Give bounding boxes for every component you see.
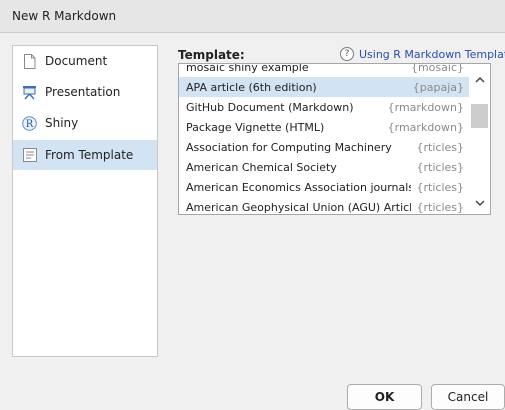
list-item[interactable]: Association for Computing Machinery {rti… xyxy=(179,137,470,157)
presentation-icon xyxy=(22,85,37,100)
template-package: {rticles} xyxy=(416,200,465,214)
template-package: {papaja} xyxy=(412,80,464,94)
template-name: Package Vignette (HTML) xyxy=(186,120,325,134)
list-item[interactable]: American Geophysical Union (AGU) Article… xyxy=(179,197,470,214)
sidebar-item-label: Document xyxy=(45,54,108,68)
dialog-title-bar: New R Markdown xyxy=(0,0,505,33)
scroll-up-button[interactable] xyxy=(469,68,490,90)
shiny-r-icon: R xyxy=(22,115,37,131)
scroll-down-button[interactable] xyxy=(469,192,490,214)
chevron-up-icon xyxy=(474,76,485,83)
sidebar-item-from-template[interactable]: From Template xyxy=(13,140,157,170)
template-package: {rticles} xyxy=(416,180,465,194)
sidebar-item-presentation[interactable]: Presentation xyxy=(13,77,157,107)
template-name: APA article (6th edition) xyxy=(186,80,317,94)
template-name: American Economics Association journals xyxy=(186,180,411,194)
help-icon: ? xyxy=(340,47,354,61)
template-name: mosaic shiny example xyxy=(186,63,309,74)
template-package: {mosaic} xyxy=(410,63,464,74)
sidebar-item-label: From Template xyxy=(45,148,134,162)
cancel-button[interactable]: Cancel xyxy=(431,384,505,410)
list-item[interactable]: mosaic shiny example {mosaic} xyxy=(179,63,470,77)
list-item[interactable]: APA article (6th edition) {papaja} xyxy=(179,77,470,97)
list-item[interactable]: Package Vignette (HTML) {rmarkdown} xyxy=(179,117,470,137)
template-name: Association for Computing Machinery xyxy=(186,140,392,154)
format-sidebar: Document Presentation R Shiny From Templ… xyxy=(12,45,158,357)
list-item[interactable]: American Economics Association journals … xyxy=(179,177,470,197)
help-link-text[interactable]: Using R Markdown Templates xyxy=(359,48,505,61)
template-package: {rmarkdown} xyxy=(387,120,464,134)
sidebar-item-label: Shiny xyxy=(45,116,79,130)
sidebar-item-label: Presentation xyxy=(45,85,121,99)
list-item[interactable]: American Chemical Society {rticles} xyxy=(179,157,470,177)
scroll-thumb[interactable] xyxy=(471,104,488,128)
document-icon xyxy=(22,53,37,69)
ok-button[interactable]: OK xyxy=(347,384,422,410)
template-package: {rmarkdown} xyxy=(387,100,464,114)
list-item[interactable]: GitHub Document (Markdown) {rmarkdown} xyxy=(179,97,470,117)
sidebar-item-document[interactable]: Document xyxy=(13,46,157,76)
template-heading: Template: xyxy=(178,48,245,62)
template-package: {rticles} xyxy=(416,160,465,174)
dialog-title: New R Markdown xyxy=(12,9,117,23)
svg-text:R: R xyxy=(26,119,34,130)
template-icon xyxy=(22,148,37,163)
template-name: GitHub Document (Markdown) xyxy=(186,100,354,114)
template-package: {rticles} xyxy=(416,140,465,154)
template-list[interactable]: mosaic shiny example {mosaic} APA articl… xyxy=(178,63,491,215)
help-link[interactable]: ? Using R Markdown Templates xyxy=(340,47,505,61)
chevron-down-icon xyxy=(474,199,485,206)
list-scrollbar[interactable] xyxy=(469,64,490,214)
template-name: American Geophysical Union (AGU) Article xyxy=(186,200,411,214)
template-name: American Chemical Society xyxy=(186,160,337,174)
sidebar-item-shiny[interactable]: R Shiny xyxy=(13,108,157,138)
